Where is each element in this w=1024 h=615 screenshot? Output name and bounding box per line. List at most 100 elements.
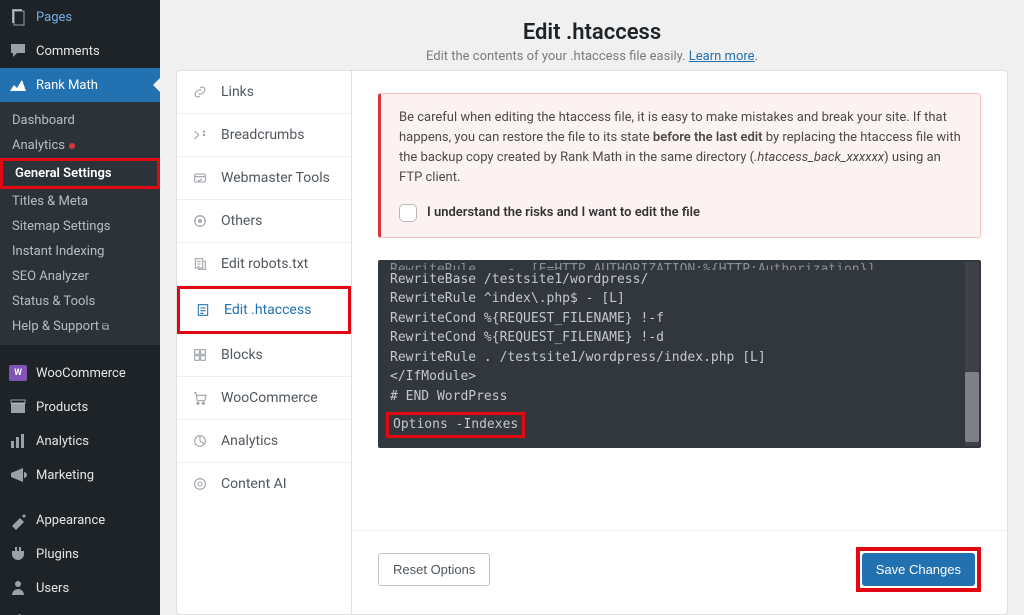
htaccess-editor[interactable]: RewriteRule . - [E=HTTP_AUTHORIZATION:%{… [378, 260, 981, 448]
tab-label: Content AI [221, 476, 287, 492]
menu-label: Analytics [36, 434, 89, 449]
menu-woocommerce[interactable]: W WooCommerce [0, 356, 160, 390]
menu-users[interactable]: Users [0, 571, 160, 605]
tab-woocommerce[interactable]: WooCommerce [177, 377, 351, 420]
submenu-sitemap-settings[interactable]: Sitemap Settings [0, 214, 160, 239]
tab-label: WooCommerce [221, 390, 318, 406]
submenu-label: Analytics [12, 138, 65, 153]
others-icon [191, 212, 209, 230]
breadcrumbs-icon [191, 126, 209, 144]
highlighted-options-line: Options -Indexes [386, 412, 525, 438]
rank-math-icon [8, 75, 28, 95]
submenu-general-settings[interactable]: General Settings [3, 161, 157, 186]
settings-tabs: Links Breadcrumbs Webmaster Tools Others… [176, 70, 352, 615]
pages-icon [8, 7, 28, 27]
tab-edit-robots[interactable]: Edit robots.txt [177, 243, 351, 286]
comments-icon [8, 41, 28, 61]
submenu-seo-analyzer[interactable]: SEO Analyzer [0, 264, 160, 289]
products-icon [8, 397, 28, 417]
menu-label: Pages [36, 10, 72, 25]
editor-scrollbar[interactable] [965, 262, 979, 446]
tab-label: Links [221, 84, 254, 100]
highlight-save-button: Save Changes [856, 547, 981, 592]
menu-label: Comments [36, 44, 100, 59]
code-line: </IfModule> [390, 367, 969, 387]
menu-plugins[interactable]: Plugins [0, 537, 160, 571]
reset-options-button[interactable]: Reset Options [378, 553, 490, 586]
acknowledge-checkbox[interactable] [399, 204, 417, 222]
tab-label: Webmaster Tools [221, 170, 330, 186]
tab-edit-htaccess[interactable]: Edit .htaccess [177, 286, 351, 334]
tab-label: Analytics [221, 433, 278, 449]
menu-rank-math[interactable]: Rank Math [0, 68, 160, 102]
blocks-icon [191, 346, 209, 364]
submenu-analytics[interactable]: Analytics [0, 133, 160, 158]
warning-text: Be careful when editing the htaccess fil… [399, 108, 962, 189]
scrollbar-thumb[interactable] [965, 372, 979, 442]
links-icon [191, 83, 209, 101]
warning-notice: Be careful when editing the htaccess fil… [378, 93, 981, 238]
tab-content-ai[interactable]: Content AI [177, 463, 351, 505]
menu-analytics[interactable]: Analytics [0, 424, 160, 458]
code-line: RewriteRule ^index\.php$ - [L] [390, 289, 969, 309]
learn-more-link[interactable]: Learn more [689, 49, 755, 64]
menu-marketing[interactable]: Marketing [0, 458, 160, 492]
tab-webmaster-tools[interactable]: Webmaster Tools [177, 157, 351, 200]
tab-links[interactable]: Links [177, 71, 351, 114]
warn-bold: before the last edit [653, 130, 763, 145]
menu-label: Rank Math [36, 78, 98, 93]
page-title: Edit .htaccess [160, 20, 1024, 45]
tab-label: Blocks [221, 347, 263, 363]
menu-label: Users [36, 581, 69, 596]
rank-math-submenu: Dashboard Analytics General Settings Tit… [0, 102, 160, 345]
code-line: RewriteRule . - [E=HTTP_AUTHORIZATION:%{… [390, 260, 969, 270]
menu-appearance[interactable]: Appearance [0, 503, 160, 537]
menu-pages[interactable]: Pages [0, 0, 160, 34]
menu-products[interactable]: Products [0, 390, 160, 424]
tab-analytics[interactable]: Analytics [177, 420, 351, 463]
menu-label: Appearance [36, 513, 105, 528]
htaccess-icon [194, 301, 212, 319]
users-icon [8, 578, 28, 598]
appearance-icon [8, 510, 28, 530]
warn-ital: .htaccess_back_xxxxxx [754, 150, 884, 165]
code-line: RewriteRule . /testsite1/wordpress/index… [390, 348, 969, 368]
submenu-titles-meta[interactable]: Titles & Meta [0, 189, 160, 214]
marketing-icon [8, 465, 28, 485]
wp-admin-sidebar: Pages Comments Rank Math Dashboard Analy… [0, 0, 160, 615]
code-line: # END WordPress [390, 387, 969, 407]
submenu-dashboard[interactable]: Dashboard [0, 108, 160, 133]
page-subtitle: Edit the contents of your .htaccess file… [160, 49, 1024, 64]
code-line: RewriteBase /testsite1/wordpress/ [390, 270, 969, 290]
tab-label: Edit .htaccess [224, 302, 311, 318]
woocommerce-tab-icon [191, 389, 209, 407]
menu-separator [0, 495, 160, 500]
save-changes-button[interactable]: Save Changes [862, 553, 975, 586]
acknowledge-label: I understand the risks and I want to edi… [427, 203, 700, 223]
settings-panel: Be careful when editing the htaccess fil… [352, 70, 1008, 615]
acknowledge-row: I understand the risks and I want to edi… [399, 203, 962, 223]
submenu-status-tools[interactable]: Status & Tools [0, 289, 160, 314]
highlight-general-settings: General Settings [0, 158, 160, 189]
external-link-icon: ⧉ [102, 322, 109, 333]
menu-comments[interactable]: Comments [0, 34, 160, 68]
menu-label: Products [36, 400, 88, 415]
submenu-label: Help & Support [12, 319, 99, 334]
woocommerce-icon: W [8, 363, 28, 383]
menu-separator [0, 348, 160, 353]
subtitle-text: Edit the contents of your .htaccess file… [426, 49, 689, 64]
submenu-instant-indexing[interactable]: Instant Indexing [0, 239, 160, 264]
submenu-help-support[interactable]: Help & Support⧉ [0, 314, 160, 339]
page-header: Edit .htaccess Edit the contents of your… [160, 0, 1024, 70]
tab-label: Edit robots.txt [221, 256, 308, 272]
tab-blocks[interactable]: Blocks [177, 334, 351, 377]
menu-label: Marketing [36, 468, 94, 483]
tab-others[interactable]: Others [177, 200, 351, 243]
analytics-icon [8, 431, 28, 451]
plugins-icon [8, 544, 28, 564]
menu-label: WooCommerce [36, 366, 126, 381]
main-content: Edit .htaccess Edit the contents of your… [160, 0, 1024, 615]
menu-tools[interactable]: Tools [0, 605, 160, 615]
tab-label: Breadcrumbs [221, 127, 304, 143]
tab-breadcrumbs[interactable]: Breadcrumbs [177, 114, 351, 157]
